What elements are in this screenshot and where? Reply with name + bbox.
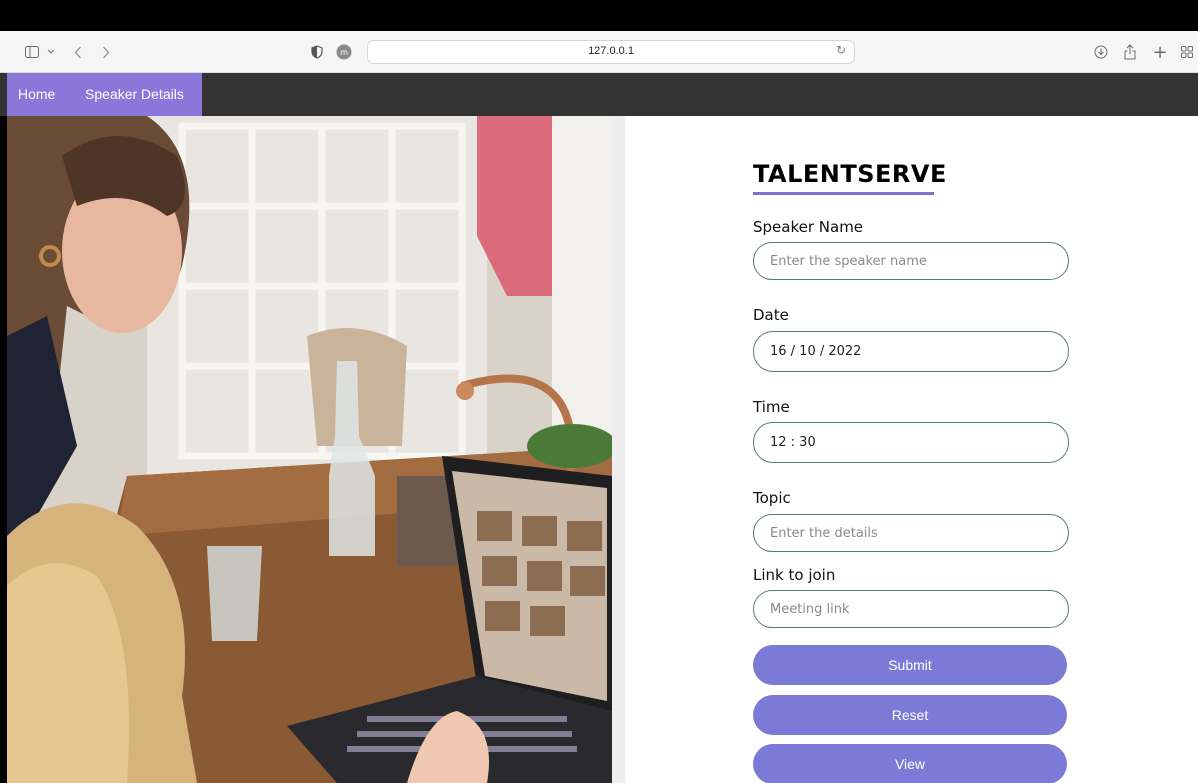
svg-text:m: m: [340, 48, 348, 57]
new-tab-icon[interactable]: +: [1152, 42, 1168, 63]
address-bar[interactable]: 127.0.0.1 ↻: [367, 40, 855, 64]
topic-input[interactable]: [753, 514, 1069, 552]
extension-icon[interactable]: m: [336, 42, 352, 62]
date-input[interactable]: [753, 331, 1069, 372]
time-input[interactable]: [753, 422, 1069, 463]
forward-icon[interactable]: [99, 42, 113, 62]
date-label: Date: [753, 306, 789, 324]
back-icon[interactable]: [71, 42, 85, 62]
nav-speaker-details-link[interactable]: Speaker Details: [85, 86, 184, 102]
topic-label: Topic: [753, 489, 791, 507]
site-navbar: Home Speaker Details: [0, 73, 1198, 116]
hero-photo: [7, 116, 612, 783]
submit-button[interactable]: Submit: [753, 645, 1067, 685]
nav-home-link[interactable]: Home: [18, 86, 55, 102]
view-button[interactable]: View: [753, 744, 1067, 783]
reload-icon[interactable]: ↻: [836, 43, 846, 57]
chevron-down-icon[interactable]: [46, 42, 56, 62]
panel-gutter: [612, 116, 625, 783]
browser-toolbar: m 127.0.0.1 ↻ +: [0, 31, 1198, 73]
brand-underline: [753, 192, 934, 195]
tab-overview-icon[interactable]: [1179, 42, 1195, 62]
link-label: Link to join: [753, 566, 836, 584]
brand-title: TALENTSERVE: [753, 160, 947, 188]
meeting-link-input[interactable]: [753, 590, 1069, 628]
shield-icon[interactable]: [310, 42, 324, 62]
share-icon[interactable]: [1122, 42, 1138, 62]
speaker-name-label: Speaker Name: [753, 218, 864, 236]
time-label: Time: [753, 398, 790, 416]
url-text: 127.0.0.1: [588, 45, 634, 57]
reset-button[interactable]: Reset: [753, 695, 1067, 735]
sidebar-icon[interactable]: [24, 42, 40, 62]
download-icon[interactable]: [1093, 42, 1109, 62]
speaker-name-input[interactable]: [753, 242, 1069, 280]
window-titlebar: [0, 0, 1198, 31]
